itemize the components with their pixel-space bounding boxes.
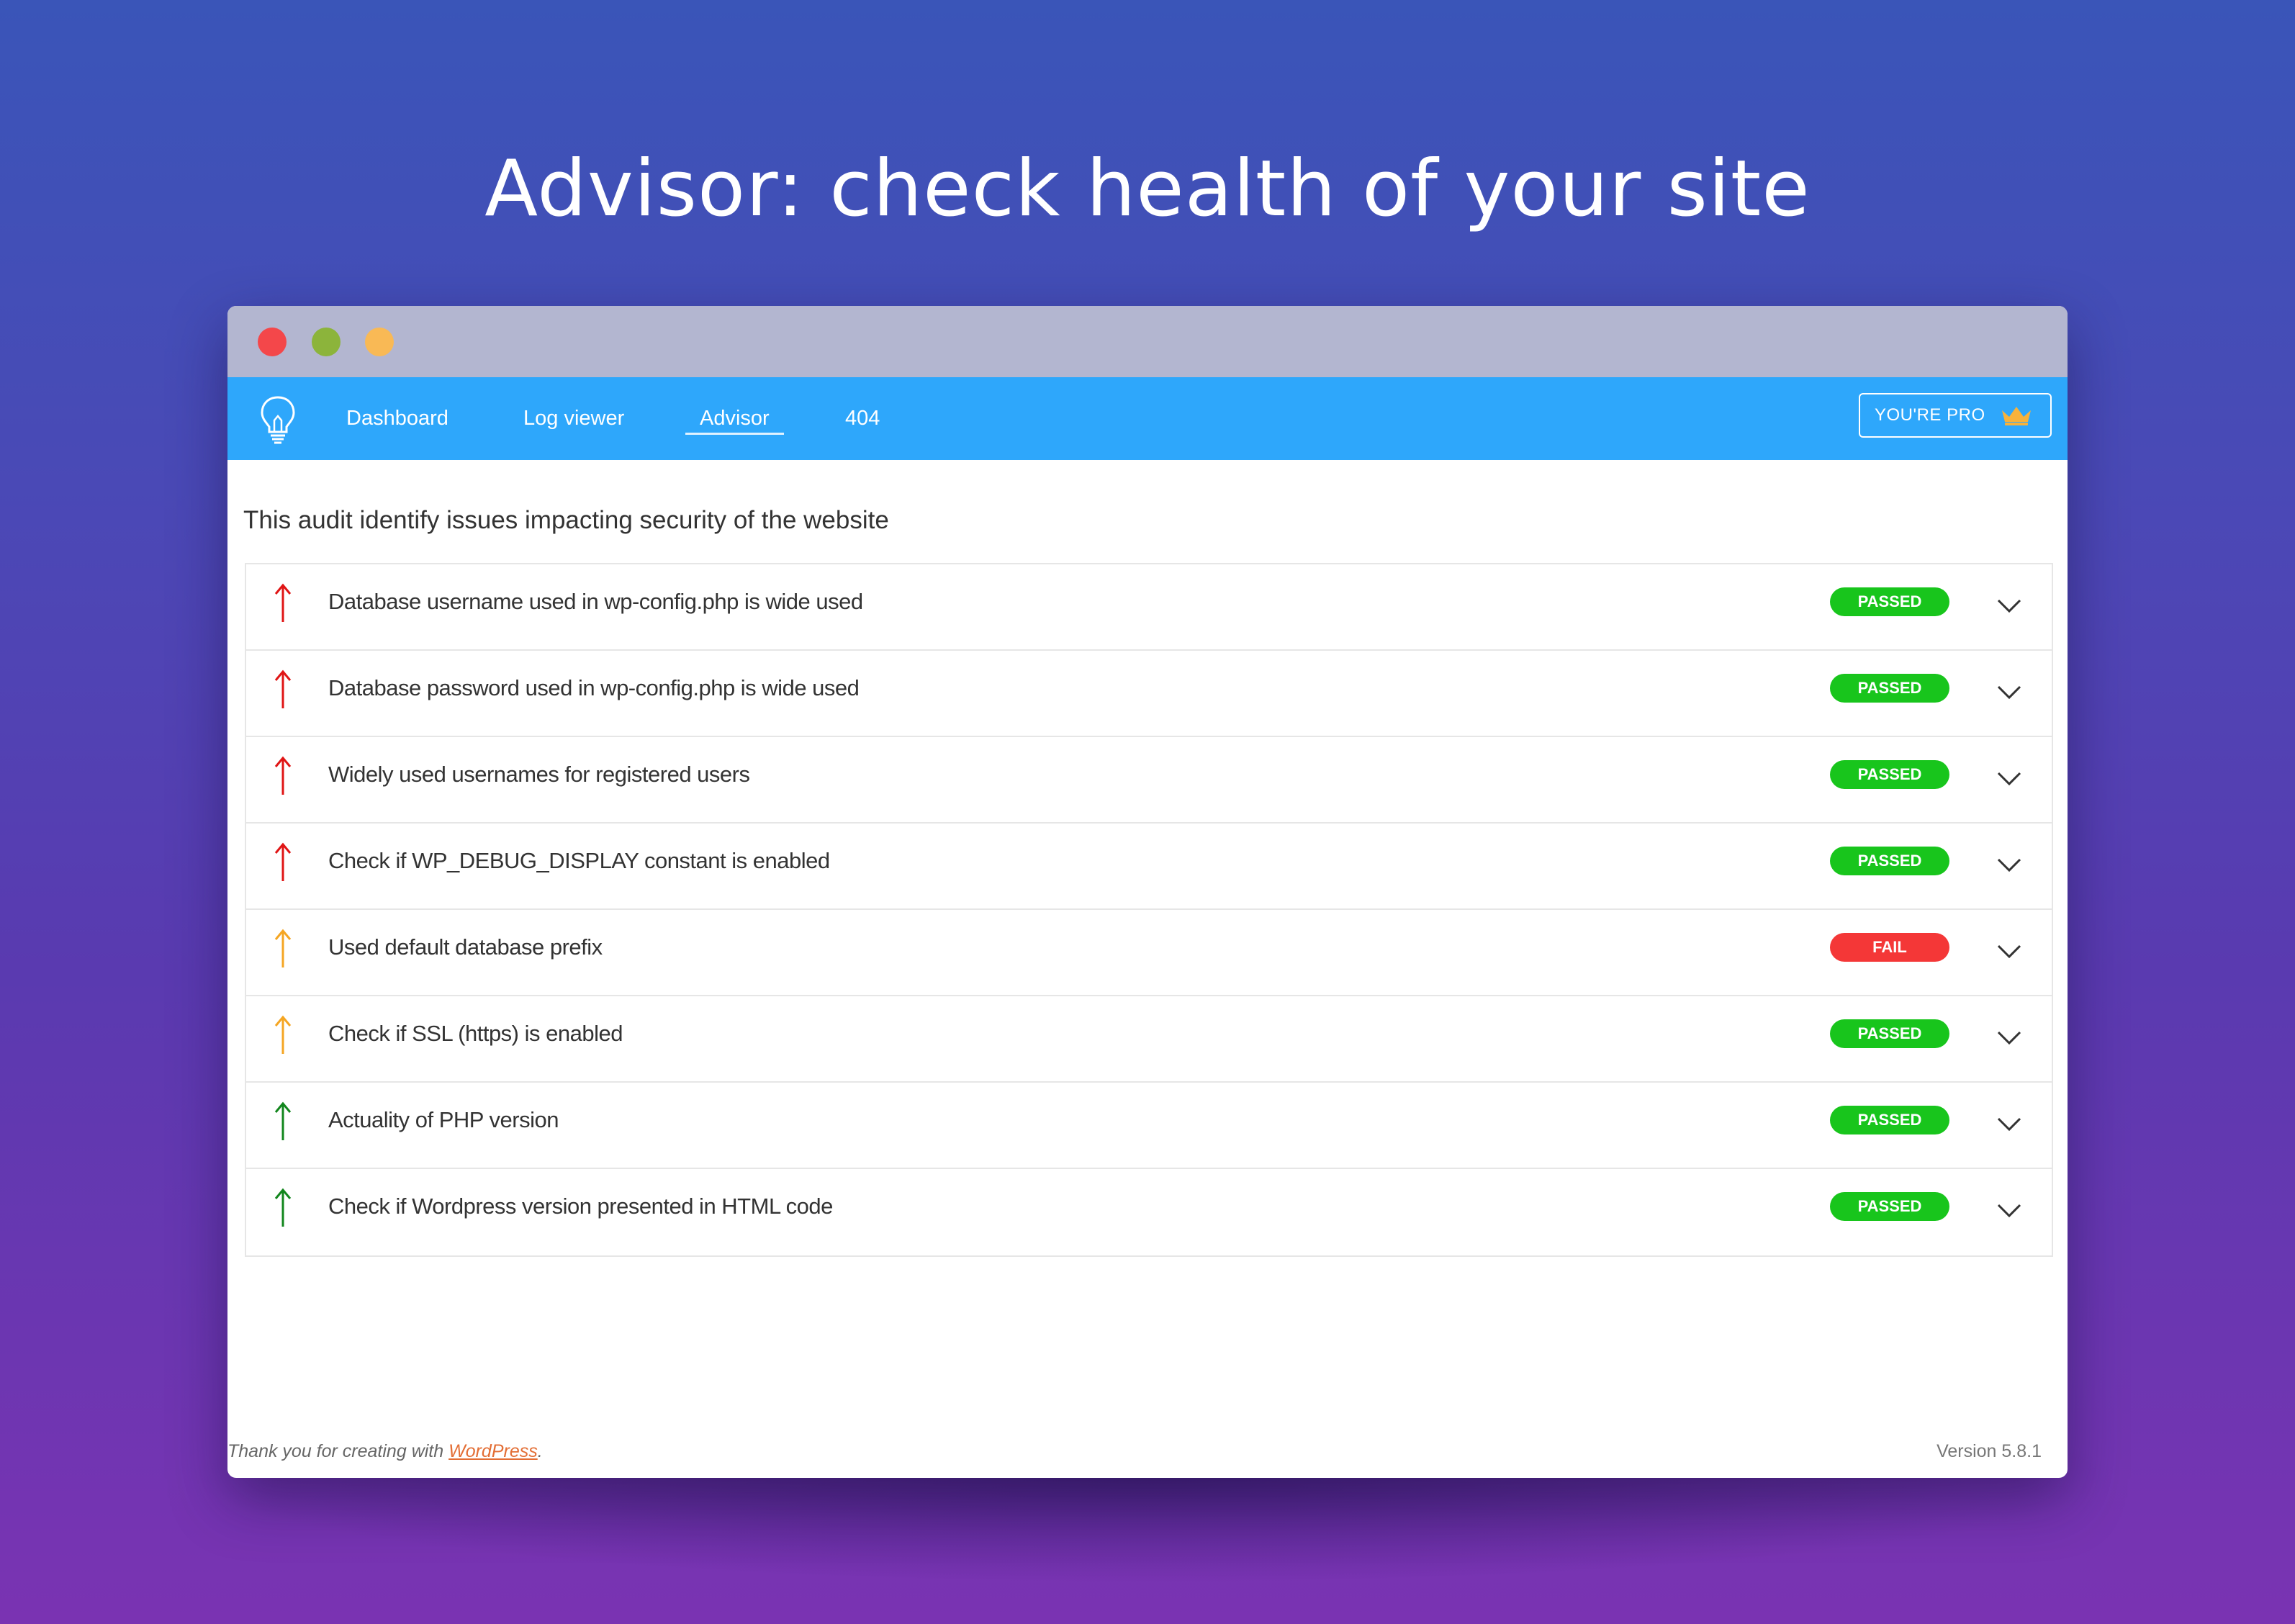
status-badge: PASSED (1830, 1106, 1949, 1134)
nav-404[interactable]: 404 (845, 377, 880, 460)
audit-title: This audit identify issues impacting sec… (243, 506, 889, 534)
wordpress-link[interactable]: WordPress (448, 1441, 538, 1461)
audit-row-label: Check if SSL (https) is enabled (328, 1021, 623, 1046)
chevron-down-icon[interactable] (1997, 857, 2021, 872)
youre-pro-button[interactable]: YOU'RE PRO (1859, 393, 2052, 438)
audit-row-label: Check if WP_DEBUG_DISPLAY constant is en… (328, 848, 830, 873)
audit-row-label: Database password used in wp-config.php … (328, 675, 860, 700)
audit-row[interactable]: Used default database prefix FAIL (246, 910, 2052, 996)
close-window-button[interactable] (258, 328, 287, 356)
chevron-down-icon[interactable] (1997, 1202, 2021, 1218)
arrow-up-icon (274, 756, 292, 795)
nav-advisor[interactable]: Advisor (685, 377, 784, 460)
footer-thanks-prefix: Thank you for creating with (227, 1441, 449, 1461)
status-badge: PASSED (1830, 587, 1949, 616)
arrow-up-icon (274, 1015, 292, 1054)
arrow-up-icon (274, 929, 292, 967)
audit-row[interactable]: Check if SSL (https) is enabled PASSED (246, 996, 2052, 1083)
audit-row[interactable]: Actuality of PHP version PASSED (246, 1083, 2052, 1169)
nav-dashboard[interactable]: Dashboard (346, 377, 448, 460)
app-window: Dashboard Log viewer Advisor 404 YOU'RE … (227, 306, 2068, 1478)
arrow-up-icon (274, 842, 292, 881)
status-badge: PASSED (1830, 760, 1949, 789)
window-titlebar (227, 306, 2068, 377)
audit-row-label: Actuality of PHP version (328, 1107, 559, 1132)
chevron-down-icon[interactable] (1997, 770, 2021, 786)
maximize-window-button[interactable] (365, 328, 394, 356)
status-badge: PASSED (1830, 1192, 1949, 1221)
lightbulb-icon[interactable] (256, 394, 299, 445)
top-navbar: Dashboard Log viewer Advisor 404 YOU'RE … (227, 377, 2068, 460)
audit-row-label: Used default database prefix (328, 934, 603, 960)
audit-row[interactable]: Check if Wordpress version presented in … (246, 1169, 2052, 1255)
minimize-window-button[interactable] (312, 328, 341, 356)
status-badge: PASSED (1830, 674, 1949, 703)
status-badge: PASSED (1830, 1019, 1949, 1048)
audit-row-label: Widely used usernames for registered use… (328, 762, 750, 787)
audit-list: Database username used in wp-config.php … (245, 563, 2053, 1257)
footer-thanks-suffix: . (537, 1441, 543, 1461)
footer-thanks: Thank you for creating with WordPress. (227, 1441, 543, 1462)
audit-row[interactable]: Database password used in wp-config.php … (246, 651, 2052, 737)
arrow-up-icon (274, 1101, 292, 1140)
status-badge: FAIL (1830, 933, 1949, 962)
pro-label: YOU'RE PRO (1875, 405, 1985, 425)
chevron-down-icon[interactable] (1997, 684, 2021, 700)
chevron-down-icon[interactable] (1997, 597, 2021, 613)
status-badge: PASSED (1830, 847, 1949, 875)
arrow-up-icon (274, 1188, 292, 1227)
chevron-down-icon[interactable] (1997, 943, 2021, 959)
audit-row-label: Database username used in wp-config.php … (328, 589, 863, 614)
crown-icon (2002, 407, 2031, 425)
audit-row-label: Check if Wordpress version presented in … (328, 1194, 833, 1219)
page-headline: Advisor: check health of your site (484, 144, 1811, 234)
footer-version: Version 5.8.1 (1936, 1441, 2042, 1461)
nav-log-viewer[interactable]: Log viewer (523, 377, 624, 460)
audit-row[interactable]: Widely used usernames for registered use… (246, 737, 2052, 824)
arrow-up-icon (274, 669, 292, 708)
arrow-up-icon (274, 583, 292, 622)
audit-row[interactable]: Check if WP_DEBUG_DISPLAY constant is en… (246, 824, 2052, 910)
chevron-down-icon[interactable] (1997, 1029, 2021, 1045)
audit-row[interactable]: Database username used in wp-config.php … (246, 564, 2052, 651)
chevron-down-icon[interactable] (1997, 1116, 2021, 1132)
